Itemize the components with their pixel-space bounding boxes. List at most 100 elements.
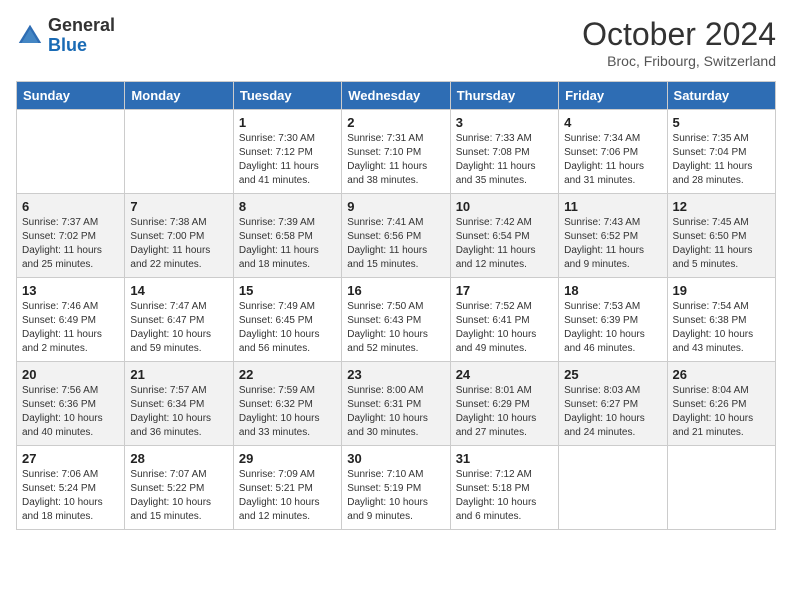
week-row-4: 20 Sunrise: 7:56 AMSunset: 6:36 PMDayligh… [17,362,776,446]
day-number: 7 [130,199,227,214]
day-info: Sunrise: 7:50 AMSunset: 6:43 PMDaylight:… [347,300,444,356]
calendar-cell: 25 Sunrise: 8:03 AMSunset: 6:27 PMDayligh… [559,362,667,446]
day-header-saturday: Saturday [667,82,775,110]
day-info: Sunrise: 7:06 AMSunset: 5:24 PMDaylight:… [22,468,119,524]
week-row-2: 6 Sunrise: 7:37 AMSunset: 7:02 PMDaylight… [17,194,776,278]
calendar-cell: 15Sunrise: 7:49 AMSunset: 6:45 PMDayligh… [233,278,341,362]
calendar-cell: 22Sunrise: 7:59 AMSunset: 6:32 PMDayligh… [233,362,341,446]
day-info: Sunrise: 8:04 AMSunset: 6:26 PMDaylight:… [673,384,770,440]
location: Broc, Fribourg, Switzerland [582,53,776,69]
logo-text: General Blue [48,16,115,56]
calendar-cell: 18 Sunrise: 7:53 AMSunset: 6:39 PMDayligh… [559,278,667,362]
day-info: Sunrise: 7:09 AMSunset: 5:21 PMDaylight:… [239,468,336,524]
day-number: 8 [239,199,336,214]
calendar-cell: 14 Sunrise: 7:47 AMSunset: 6:47 PMDayligh… [125,278,233,362]
day-info: Sunrise: 7:54 AMSunset: 6:38 PMDaylight:… [673,300,770,356]
day-number: 16 [347,283,444,298]
calendar-cell: 23 Sunrise: 8:00 AMSunset: 6:31 PMDayligh… [342,362,450,446]
header-row: SundayMondayTuesdayWednesdayThursdayFrid… [17,82,776,110]
calendar-cell: 11 Sunrise: 7:43 AMSunset: 6:52 PMDayligh… [559,194,667,278]
day-info: Sunrise: 7:38 AMSunset: 7:00 PMDaylight:… [130,216,227,272]
day-info: Sunrise: 7:10 AMSunset: 5:19 PMDaylight:… [347,468,444,524]
day-header-friday: Friday [559,82,667,110]
page-header: General Blue October 2024 Broc, Fribourg… [16,16,776,69]
day-info: Sunrise: 7:07 AMSunset: 5:22 PMDaylight:… [130,468,227,524]
day-number: 3 [456,115,553,130]
day-header-sunday: Sunday [17,82,125,110]
day-info: Sunrise: 7:43 AMSunset: 6:52 PMDaylight:… [564,216,661,272]
logo-icon [16,22,44,50]
day-info: Sunrise: 7:42 AMSunset: 6:54 PMDaylight:… [456,216,553,272]
calendar-cell: 16 Sunrise: 7:50 AMSunset: 6:43 PMDayligh… [342,278,450,362]
day-number: 25 [564,367,661,382]
day-number: 5 [673,115,770,130]
day-number: 12 [673,199,770,214]
day-info: Sunrise: 7:35 AMSunset: 7:04 PMDaylight:… [673,132,770,188]
day-number: 21 [130,367,227,382]
calendar-cell: 20 Sunrise: 7:56 AMSunset: 6:36 PMDayligh… [17,362,125,446]
day-info: Sunrise: 7:46 AMSunset: 6:49 PMDaylight:… [22,300,119,356]
day-number: 23 [347,367,444,382]
day-number: 26 [673,367,770,382]
calendar-cell: 7 Sunrise: 7:38 AMSunset: 7:00 PMDaylight… [125,194,233,278]
day-info: Sunrise: 7:37 AMSunset: 7:02 PMDaylight:… [22,216,119,272]
calendar-cell [17,110,125,194]
day-number: 11 [564,199,661,214]
day-info: Sunrise: 7:12 AMSunset: 5:18 PMDaylight:… [456,468,553,524]
day-number: 27 [22,451,119,466]
day-number: 19 [673,283,770,298]
day-info: Sunrise: 7:47 AMSunset: 6:47 PMDaylight:… [130,300,227,356]
week-row-3: 13 Sunrise: 7:46 AMSunset: 6:49 PMDayligh… [17,278,776,362]
calendar-cell: 10 Sunrise: 7:42 AMSunset: 6:54 PMDayligh… [450,194,558,278]
day-info: Sunrise: 8:00 AMSunset: 6:31 PMDaylight:… [347,384,444,440]
day-header-tuesday: Tuesday [233,82,341,110]
day-number: 17 [456,283,553,298]
calendar-cell: 19 Sunrise: 7:54 AMSunset: 6:38 PMDayligh… [667,278,775,362]
week-row-1: 1 Sunrise: 7:30 AMSunset: 7:12 PMDaylight… [17,110,776,194]
day-info: Sunrise: 7:56 AMSunset: 6:36 PMDaylight:… [22,384,119,440]
day-info: Sunrise: 7:34 AMSunset: 7:06 PMDaylight:… [564,132,661,188]
day-number: 18 [564,283,661,298]
day-number: 13 [22,283,119,298]
calendar-cell [125,110,233,194]
day-number: 28 [130,451,227,466]
day-info: Sunrise: 7:41 AMSunset: 6:56 PMDaylight:… [347,216,444,272]
calendar-cell: 6 Sunrise: 7:37 AMSunset: 7:02 PMDaylight… [17,194,125,278]
calendar-cell: 8 Sunrise: 7:39 AMSunset: 6:58 PMDaylight… [233,194,341,278]
calendar-table: SundayMondayTuesdayWednesdayThursdayFrid… [16,81,776,530]
calendar-cell [667,446,775,530]
day-number: 1 [239,115,336,130]
day-header-thursday: Thursday [450,82,558,110]
day-number: 4 [564,115,661,130]
day-info: Sunrise: 7:39 AMSunset: 6:58 PMDaylight:… [239,216,336,272]
calendar-cell: 3 Sunrise: 7:33 AMSunset: 7:08 PMDaylight… [450,110,558,194]
calendar-cell: 31 Sunrise: 7:12 AMSunset: 5:18 PMDayligh… [450,446,558,530]
day-number: 24 [456,367,553,382]
day-header-monday: Monday [125,82,233,110]
calendar-cell: 28 Sunrise: 7:07 AMSunset: 5:22 PMDayligh… [125,446,233,530]
day-info: Sunrise: 7:30 AMSunset: 7:12 PMDaylight:… [239,132,336,188]
day-info: Sunrise: 8:03 AMSunset: 6:27 PMDaylight:… [564,384,661,440]
day-number: 15 [239,283,336,298]
title-block: October 2024 Broc, Fribourg, Switzerland [582,16,776,69]
day-number: 2 [347,115,444,130]
day-number: 31 [456,451,553,466]
day-info: Sunrise: 7:33 AMSunset: 7:08 PMDaylight:… [456,132,553,188]
calendar-cell: 5 Sunrise: 7:35 AMSunset: 7:04 PMDaylight… [667,110,775,194]
calendar-cell: 24 Sunrise: 8:01 AMSunset: 6:29 PMDayligh… [450,362,558,446]
day-number: 30 [347,451,444,466]
day-number: 6 [22,199,119,214]
day-number: 22 [239,367,336,382]
calendar-cell: 27 Sunrise: 7:06 AMSunset: 5:24 PMDayligh… [17,446,125,530]
day-info: Sunrise: 7:53 AMSunset: 6:39 PMDaylight:… [564,300,661,356]
day-number: 29 [239,451,336,466]
day-number: 20 [22,367,119,382]
day-number: 10 [456,199,553,214]
calendar-cell: 4 Sunrise: 7:34 AMSunset: 7:06 PMDaylight… [559,110,667,194]
day-header-wednesday: Wednesday [342,82,450,110]
month-title: October 2024 [582,16,776,53]
day-info: Sunrise: 7:45 AMSunset: 6:50 PMDaylight:… [673,216,770,272]
day-info: Sunrise: 8:01 AMSunset: 6:29 PMDaylight:… [456,384,553,440]
calendar-cell [559,446,667,530]
day-number: 14 [130,283,227,298]
